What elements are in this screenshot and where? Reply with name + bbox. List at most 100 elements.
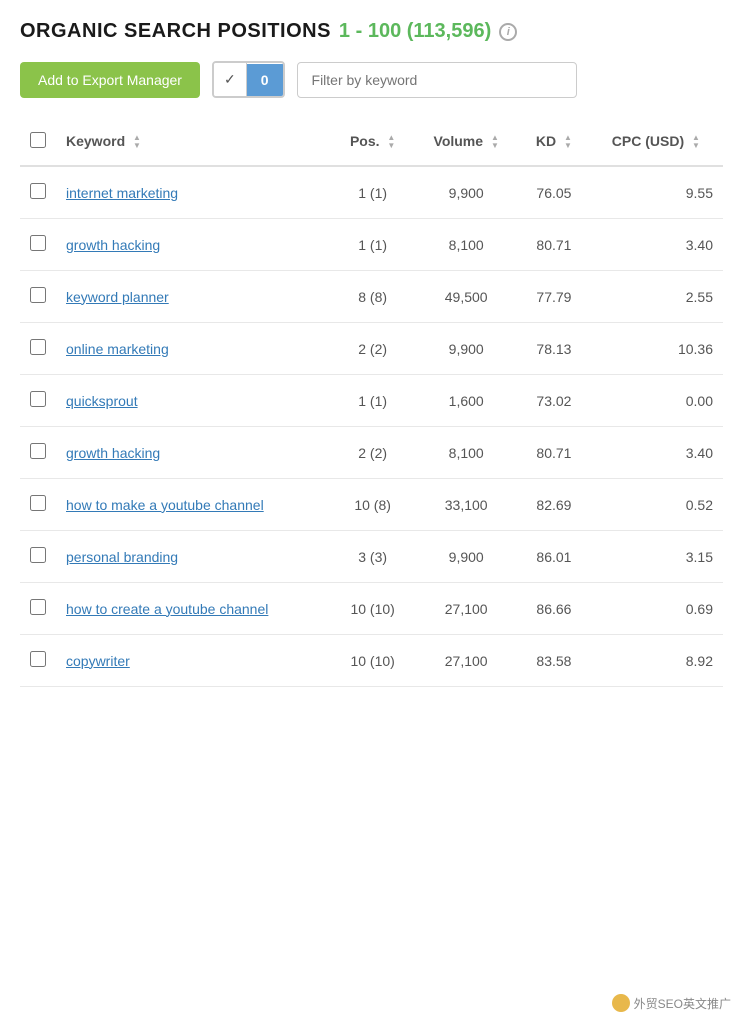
- selected-count-badge: 0: [247, 64, 283, 96]
- volume-cell-9: 27,100: [413, 635, 519, 687]
- cpc-cell-7: 3.15: [589, 531, 723, 583]
- volume-cell-3: 9,900: [413, 323, 519, 375]
- table-row: copywriter 10 (10) 27,100 83.58 8.92: [20, 635, 723, 687]
- pos-cell-2: 8 (8): [332, 271, 413, 323]
- pos-cell-1: 1 (1): [332, 219, 413, 271]
- header-checkbox-cell: [20, 118, 56, 166]
- row-checkbox-3[interactable]: [30, 339, 46, 355]
- pos-cell-4: 1 (1): [332, 375, 413, 427]
- cpc-cell-2: 2.55: [589, 271, 723, 323]
- kd-cell-9: 83.58: [519, 635, 589, 687]
- sort-arrows-keyword: ▲ ▼: [133, 134, 141, 150]
- row-checkbox-5[interactable]: [30, 443, 46, 459]
- kd-cell-8: 86.66: [519, 583, 589, 635]
- row-checkbox-cell: [20, 323, 56, 375]
- table-row: how to make a youtube channel 10 (8) 33,…: [20, 479, 723, 531]
- keyword-cell-1[interactable]: growth hacking: [56, 219, 332, 271]
- volume-cell-1: 8,100: [413, 219, 519, 271]
- pos-cell-3: 2 (2): [332, 323, 413, 375]
- export-button[interactable]: Add to Export Manager: [20, 62, 200, 98]
- page-range: 1 - 100 (113,596): [339, 20, 491, 43]
- pos-cell-5: 2 (2): [332, 427, 413, 479]
- kd-cell-5: 80.71: [519, 427, 589, 479]
- volume-cell-4: 1,600: [413, 375, 519, 427]
- sort-arrows-kd: ▲ ▼: [564, 134, 572, 150]
- page-header: ORGANIC SEARCH POSITIONS 1 - 100 (113,59…: [20, 20, 723, 43]
- keyword-cell-0[interactable]: internet marketing: [56, 166, 332, 219]
- row-checkbox-2[interactable]: [30, 287, 46, 303]
- col-header-pos[interactable]: Pos. ▲ ▼: [332, 118, 413, 166]
- row-checkbox-7[interactable]: [30, 547, 46, 563]
- pos-cell-0: 1 (1): [332, 166, 413, 219]
- watermark-icon: [612, 994, 630, 1012]
- cpc-cell-4: 0.00: [589, 375, 723, 427]
- row-checkbox-cell: [20, 219, 56, 271]
- cpc-cell-9: 8.92: [589, 635, 723, 687]
- row-checkbox-cell: [20, 166, 56, 219]
- keyword-cell-9[interactable]: copywriter: [56, 635, 332, 687]
- table-header-row: Keyword ▲ ▼ Pos. ▲ ▼ Volume ▲ ▼: [20, 118, 723, 166]
- sort-arrows-cpc: ▲ ▼: [692, 134, 700, 150]
- cpc-cell-0: 9.55: [589, 166, 723, 219]
- pos-cell-8: 10 (10): [332, 583, 413, 635]
- row-checkbox-0[interactable]: [30, 183, 46, 199]
- row-checkbox-6[interactable]: [30, 495, 46, 511]
- kd-cell-1: 80.71: [519, 219, 589, 271]
- keyword-cell-5[interactable]: growth hacking: [56, 427, 332, 479]
- row-checkbox-9[interactable]: [30, 651, 46, 667]
- cpc-cell-3: 10.36: [589, 323, 723, 375]
- keyword-cell-8[interactable]: how to create a youtube channel: [56, 583, 332, 635]
- col-header-keyword[interactable]: Keyword ▲ ▼: [56, 118, 332, 166]
- keyword-table: Keyword ▲ ▼ Pos. ▲ ▼ Volume ▲ ▼: [20, 118, 723, 687]
- table-row: personal branding 3 (3) 9,900 86.01 3.15: [20, 531, 723, 583]
- table-row: how to create a youtube channel 10 (10) …: [20, 583, 723, 635]
- col-header-cpc[interactable]: CPC (USD) ▲ ▼: [589, 118, 723, 166]
- select-all-checkbox[interactable]: [30, 132, 46, 148]
- table-row: growth hacking 2 (2) 8,100 80.71 3.40: [20, 427, 723, 479]
- selected-count-container: ✓ 0: [212, 61, 285, 98]
- row-checkbox-cell: [20, 583, 56, 635]
- row-checkbox-cell: [20, 427, 56, 479]
- keyword-filter-input[interactable]: [297, 62, 577, 98]
- row-checkbox-1[interactable]: [30, 235, 46, 251]
- row-checkbox-cell: [20, 271, 56, 323]
- row-checkbox-8[interactable]: [30, 599, 46, 615]
- watermark: 外贸SEO英文推广: [612, 994, 731, 1012]
- col-header-kd[interactable]: KD ▲ ▼: [519, 118, 589, 166]
- kd-cell-6: 82.69: [519, 479, 589, 531]
- cpc-cell-6: 0.52: [589, 479, 723, 531]
- keyword-cell-6[interactable]: how to make a youtube channel: [56, 479, 332, 531]
- table-row: keyword planner 8 (8) 49,500 77.79 2.55: [20, 271, 723, 323]
- pos-cell-7: 3 (3): [332, 531, 413, 583]
- keyword-cell-2[interactable]: keyword planner: [56, 271, 332, 323]
- volume-cell-8: 27,100: [413, 583, 519, 635]
- pos-cell-6: 10 (8): [332, 479, 413, 531]
- watermark-text: 外贸SEO英文推广: [634, 995, 731, 1012]
- volume-cell-7: 9,900: [413, 531, 519, 583]
- keyword-cell-7[interactable]: personal branding: [56, 531, 332, 583]
- kd-cell-0: 76.05: [519, 166, 589, 219]
- cpc-cell-8: 0.69: [589, 583, 723, 635]
- info-icon[interactable]: i: [499, 23, 517, 41]
- keyword-cell-4[interactable]: quicksprout: [56, 375, 332, 427]
- kd-cell-2: 77.79: [519, 271, 589, 323]
- keyword-cell-3[interactable]: online marketing: [56, 323, 332, 375]
- kd-cell-4: 73.02: [519, 375, 589, 427]
- kd-cell-7: 86.01: [519, 531, 589, 583]
- row-checkbox-cell: [20, 375, 56, 427]
- table-row: quicksprout 1 (1) 1,600 73.02 0.00: [20, 375, 723, 427]
- table-row: internet marketing 1 (1) 9,900 76.05 9.5…: [20, 166, 723, 219]
- sort-arrows-pos: ▲ ▼: [387, 134, 395, 150]
- pos-cell-9: 10 (10): [332, 635, 413, 687]
- volume-cell-5: 8,100: [413, 427, 519, 479]
- table-row: growth hacking 1 (1) 8,100 80.71 3.40: [20, 219, 723, 271]
- check-icon: ✓: [214, 63, 247, 96]
- sort-arrows-volume: ▲ ▼: [491, 134, 499, 150]
- kd-cell-3: 78.13: [519, 323, 589, 375]
- row-checkbox-4[interactable]: [30, 391, 46, 407]
- row-checkbox-cell: [20, 635, 56, 687]
- cpc-cell-5: 3.40: [589, 427, 723, 479]
- volume-cell-6: 33,100: [413, 479, 519, 531]
- col-header-volume[interactable]: Volume ▲ ▼: [413, 118, 519, 166]
- cpc-cell-1: 3.40: [589, 219, 723, 271]
